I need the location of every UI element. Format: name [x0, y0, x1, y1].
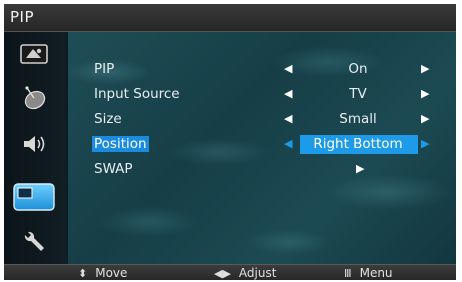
wrench-icon[interactable] [14, 228, 54, 256]
row-label: PIP [94, 61, 115, 77]
footer-adjust: ◀▶ Adjust [214, 265, 276, 280]
satellite-dish-icon[interactable] [14, 84, 54, 112]
arrow-left-icon[interactable]: ◀ [284, 112, 292, 125]
row-value: On [348, 61, 368, 77]
menu-row-size[interactable]: Size ◀ Small ▶ [88, 110, 448, 130]
footer-help-bar: ⬍ Move ◀▶ Adjust Ⅲ Menu [4, 264, 456, 280]
row-value: Right Bottom [313, 136, 403, 152]
pip-settings-panel: PIP ◀ On ▶ Input Source ◀ TV ▶ Size ◀ Sm… [68, 32, 456, 264]
up-down-arrows-icon: ⬍ [78, 267, 88, 280]
arrow-right-icon[interactable]: ▶ [421, 87, 429, 100]
row-value: TV [349, 86, 367, 102]
row-label: Size [94, 111, 122, 127]
menu-row-input-source[interactable]: Input Source ◀ TV ▶ [88, 85, 448, 105]
sidebar [4, 32, 66, 264]
move-label: Move [95, 266, 128, 280]
title-bar: PIP [4, 4, 456, 32]
row-label: SWAP [94, 161, 133, 177]
menu-row-swap[interactable]: SWAP ▶ [88, 160, 448, 180]
arrow-right-icon[interactable]: ▶ [421, 112, 429, 125]
adjust-label: Adjust [238, 266, 277, 280]
row-value: Small [339, 111, 377, 127]
footer-move: ⬍ Move [78, 265, 127, 280]
menu-icon: Ⅲ [344, 267, 352, 280]
row-label: Position [92, 136, 149, 152]
footer-menu: Ⅲ Menu [344, 265, 393, 280]
menu-label: Menu [359, 266, 393, 280]
enter-arrow-icon[interactable]: ▶ [356, 162, 364, 175]
arrow-left-icon[interactable]: ◀ [284, 137, 292, 150]
picture-icon[interactable] [14, 40, 54, 68]
menu-row-pip[interactable]: PIP ◀ On ▶ [88, 60, 448, 80]
pip-icon[interactable] [12, 182, 56, 212]
arrow-right-icon[interactable]: ▶ [421, 137, 429, 150]
arrow-left-icon[interactable]: ◀ [284, 62, 292, 75]
arrow-left-icon[interactable]: ◀ [284, 87, 292, 100]
row-label: Input Source [94, 86, 180, 102]
arrow-right-icon[interactable]: ▶ [421, 62, 429, 75]
menu-title: PIP [10, 8, 35, 26]
speaker-icon[interactable] [14, 130, 54, 158]
tv-osd-screen: PIP PIP ◀ On ▶ Input Source ◀ TV ▶ Size … [4, 4, 456, 280]
left-right-arrows-icon: ◀▶ [214, 267, 231, 280]
menu-row-position[interactable]: Position ◀ Right Bottom ▶ [88, 135, 448, 155]
